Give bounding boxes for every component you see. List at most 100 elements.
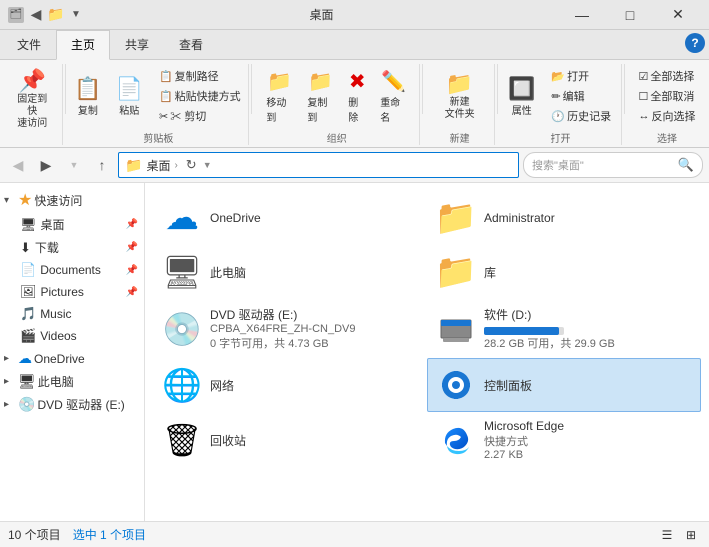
- file-item-network[interactable]: 🌐 网络: [153, 358, 427, 412]
- select-buttons: ☑全部选择 ☐全部取消 ↔反向选择: [631, 64, 704, 128]
- onedrive-icon: ☁: [18, 350, 32, 367]
- divider-5: [624, 64, 625, 114]
- tab-view[interactable]: 查看: [164, 30, 218, 59]
- ribbon-content: 📌 固定到快速访问 📋 复制 📄 粘贴 📋复制路径 📋粘贴快捷方式: [0, 60, 709, 147]
- cut-button[interactable]: ✂✂ 剪切: [155, 106, 210, 126]
- open-small-section: 📂打开 ✏编辑 🕐历史记录: [543, 64, 619, 128]
- minimize-button[interactable]: —: [559, 0, 605, 30]
- sidebar-item-downloads[interactable]: ⬇ 下载 📌: [0, 236, 144, 259]
- thispc-file-name: 此电脑: [210, 264, 246, 281]
- music-label: Music: [40, 307, 71, 321]
- down-arrow-icon[interactable]: ▼: [68, 7, 84, 23]
- address-path-text: 桌面: [146, 157, 170, 174]
- software-file-info: 软件 (D:) 28.2 GB 可用，共 29.9 GB: [484, 306, 615, 351]
- select-all-button[interactable]: ☑全部选择: [635, 66, 699, 86]
- ribbon-tabs: 文件 主页 共享 查看 ?: [0, 30, 709, 60]
- address-input[interactable]: 📁 桌面 › ↻ ▼: [118, 152, 519, 178]
- copyto-button[interactable]: 📁 复制到: [301, 65, 340, 128]
- file-item-controlpanel[interactable]: 控制面板: [427, 358, 701, 412]
- sidebar-onedrive-header[interactable]: ▸ ☁ OneDrive: [0, 347, 144, 370]
- selected-count[interactable]: 选中 1 个项目: [73, 526, 146, 543]
- address-bar: ◀ ▶ ▼ ↑ 📁 桌面 › ↻ ▼ 搜索"桌面" 🔍: [0, 148, 709, 183]
- back-button[interactable]: ◀: [6, 153, 30, 177]
- network-file-info: 网络: [210, 377, 234, 394]
- up-button[interactable]: ↑: [90, 153, 114, 177]
- search-box[interactable]: 搜索"桌面" 🔍: [523, 152, 703, 178]
- open-buttons: 🔲 属性 📂打开 ✏编辑 🕐历史记录: [502, 64, 619, 128]
- sidebar-thispc-header[interactable]: ▸ 🖥 此电脑: [0, 370, 144, 393]
- pin-quickaccess-button[interactable]: 📌 固定到快速访问: [8, 64, 56, 134]
- network-file-name: 网络: [210, 377, 234, 394]
- address-down-icon[interactable]: ▼: [203, 160, 212, 170]
- paste-shortcut-button[interactable]: 📋粘贴快捷方式: [155, 86, 245, 106]
- sidebar-item-pictures[interactable]: 🖼 Pictures 📌: [0, 281, 144, 303]
- edge-size: 2.27 KB: [484, 449, 564, 461]
- sidebar-item-videos[interactable]: 🎬 Videos: [0, 325, 144, 347]
- pin-icon-pictures: 📌: [126, 287, 138, 298]
- sidebar-dvd-header[interactable]: ▸ 💿 DVD 驱动器 (E:): [0, 393, 144, 416]
- sidebar-quickaccess-header[interactable]: ▾ ★ 快速访问: [0, 187, 144, 213]
- properties-button[interactable]: 🔲 属性: [502, 72, 541, 121]
- ribbon-group-clipboard: 📋 复制 📄 粘贴 📋复制路径 📋粘贴快捷方式 ✂✂ 剪切 剪贴板: [68, 64, 249, 145]
- forward-button[interactable]: ▶: [34, 153, 58, 177]
- window-title: 桌面: [84, 6, 559, 23]
- rename-button[interactable]: ✏️ 重命名: [374, 65, 413, 128]
- file-item-software[interactable]: 软件 (D:) 28.2 GB 可用，共 29.9 GB: [427, 299, 701, 358]
- thispc-expand-icon: ▸: [4, 376, 16, 387]
- new-folder-button[interactable]: 📁 新建文件夹: [439, 67, 481, 125]
- file-item-recycle[interactable]: 🗑 回收站: [153, 412, 427, 468]
- file-item-administrator[interactable]: 📁 Administrator: [427, 191, 701, 245]
- sidebar-item-music[interactable]: 🎵 Music: [0, 303, 144, 325]
- new-group-label: 新建: [450, 128, 470, 145]
- open-group-label: 打开: [551, 128, 571, 145]
- pictures-label: Pictures: [41, 285, 84, 299]
- window-icon: 🗂: [8, 7, 24, 23]
- edge-shortcut: 快捷方式: [484, 433, 564, 449]
- library-file-info: 库: [484, 264, 496, 281]
- folder-icon: 📁: [48, 7, 64, 23]
- clipboard-group-label: 剪贴板: [143, 128, 173, 145]
- help-button[interactable]: ?: [685, 33, 705, 53]
- tab-file[interactable]: 文件: [2, 30, 56, 59]
- title-controls: — □ ✕: [559, 0, 701, 30]
- copypath-button[interactable]: 📋复制路径: [155, 66, 223, 86]
- edit-button[interactable]: ✏编辑: [547, 86, 588, 106]
- pin-icon-desktop: 📌: [126, 219, 138, 230]
- pin-icon-documents: 📌: [126, 265, 138, 276]
- title-bar-icons: 🗂 ◀ 📁 ▼: [8, 7, 84, 23]
- invert-select-button[interactable]: ↔反向选择: [635, 106, 700, 126]
- delete-button[interactable]: ✖ 删除: [342, 65, 372, 128]
- maximize-button[interactable]: □: [607, 0, 653, 30]
- select-none-button[interactable]: ☐全部取消: [635, 86, 699, 106]
- copy-button[interactable]: 📋 复制: [68, 72, 107, 121]
- title-bar: 🗂 ◀ 📁 ▼ 桌面 — □ ✕: [0, 0, 709, 30]
- paste-button[interactable]: 📄 粘贴: [110, 72, 149, 121]
- refresh-button[interactable]: ↻: [186, 157, 197, 173]
- sidebar-item-desktop[interactable]: 🖥 桌面 📌: [0, 213, 144, 236]
- ribbon-group-select: ☑全部选择 ☐全部取消 ↔反向选择 选择: [627, 64, 707, 145]
- new-buttons: 📁 新建文件夹: [439, 64, 481, 128]
- open-button[interactable]: 📂打开: [547, 66, 593, 86]
- history-button[interactable]: 🕐历史记录: [547, 106, 615, 126]
- file-item-onedrive[interactable]: ☁ OneDrive: [153, 191, 427, 245]
- file-item-edge[interactable]: Microsoft Edge 快捷方式 2.27 KB: [427, 412, 701, 468]
- file-item-dvd[interactable]: 💿 DVD 驱动器 (E:) CPBA_X64FRE_ZH-CN_DV9 0 字…: [153, 299, 427, 358]
- quick-access-icon[interactable]: ◀: [28, 7, 44, 23]
- tab-home[interactable]: 主页: [56, 30, 110, 60]
- recent-button[interactable]: ▼: [62, 153, 86, 177]
- downloads-label: 下载: [35, 239, 59, 256]
- sidebar-item-documents[interactable]: 📄 Documents 📌: [0, 259, 144, 281]
- disk-bar-bg: [484, 327, 564, 335]
- downloads-icon: ⬇: [20, 240, 31, 256]
- status-bar: 10 个项目 选中 1 个项目 ☰ ⊞: [0, 521, 709, 547]
- move-button[interactable]: 📁 移动到: [260, 65, 299, 128]
- administrator-file-info: Administrator: [484, 211, 555, 225]
- organize-group-label: 组织: [327, 128, 347, 145]
- dvd-file-name: DVD 驱动器 (E:): [210, 306, 356, 323]
- divider-4: [497, 64, 498, 114]
- tab-share[interactable]: 共享: [110, 30, 164, 59]
- address-arrow-icon: ›: [174, 160, 177, 171]
- file-item-thispc[interactable]: 🖥 此电脑: [153, 245, 427, 299]
- file-item-library[interactable]: 📁 库: [427, 245, 701, 299]
- close-button[interactable]: ✕: [655, 0, 701, 30]
